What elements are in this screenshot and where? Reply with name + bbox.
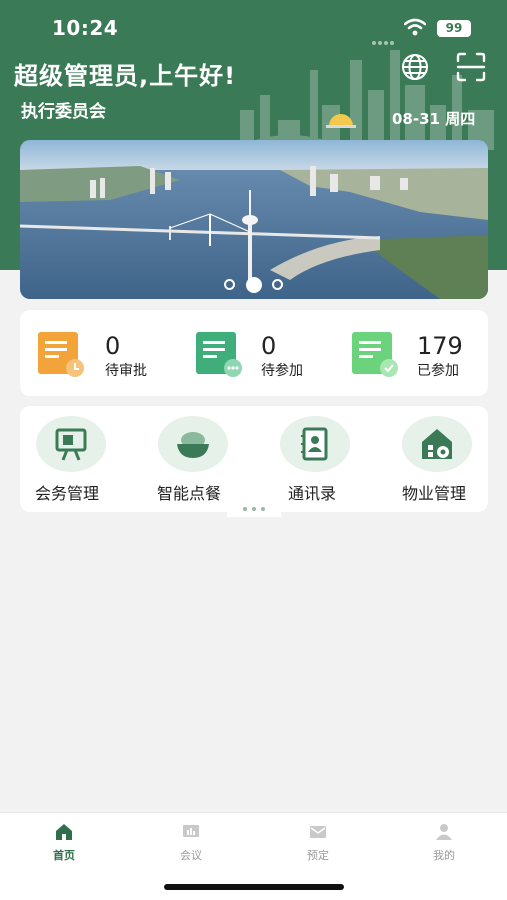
property-management-button[interactable] xyxy=(402,416,472,472)
user-icon xyxy=(436,824,452,840)
to-attend-label[interactable]: 待参加 xyxy=(261,360,303,380)
banner-carousel[interactable] xyxy=(20,140,488,299)
tab-booking[interactable]: 预定 xyxy=(288,823,348,871)
food-bowl-icon xyxy=(177,432,209,458)
banner-pagination[interactable] xyxy=(224,277,286,293)
property-management-label[interactable]: 物业管理 xyxy=(402,480,466,504)
tab-mine[interactable]: 我的 xyxy=(414,823,474,871)
status-bar: 10:24 99 xyxy=(0,0,507,56)
attended-icon[interactable] xyxy=(352,332,398,378)
banner-dot-1[interactable] xyxy=(224,279,235,290)
tab-home[interactable]: 首页 xyxy=(34,823,94,871)
sunrise-icon xyxy=(326,114,356,128)
tab-meetings[interactable]: 会议 xyxy=(161,823,221,871)
tab-meetings-label: 会议 xyxy=(180,849,202,862)
scan-icon[interactable] xyxy=(456,52,486,82)
tab-booking-label: 预定 xyxy=(307,849,329,862)
smart-ordering-label[interactable]: 智能点餐 xyxy=(157,480,221,504)
meeting-management-button[interactable] xyxy=(36,416,106,472)
contacts-label[interactable]: 通讯录 xyxy=(288,480,336,504)
smart-ordering-button[interactable] xyxy=(158,416,228,472)
banner-dot-2[interactable] xyxy=(246,277,262,293)
contacts-button[interactable] xyxy=(280,416,350,472)
to-attend-count[interactable]: 0 xyxy=(261,332,276,360)
greeting-title: 超级管理员,上午好! xyxy=(14,62,237,90)
to-attend-icon[interactable] xyxy=(196,332,242,378)
booking-envelope-icon xyxy=(310,826,326,838)
pending-approval-count[interactable]: 0 xyxy=(105,332,120,360)
attended-count[interactable]: 179 xyxy=(417,332,463,360)
contacts-book-icon xyxy=(301,427,328,461)
meeting-chart-icon xyxy=(183,825,199,837)
status-time: 10:24 xyxy=(52,16,119,40)
globe-icon[interactable] xyxy=(401,53,429,81)
battery-indicator: 99 xyxy=(437,20,471,37)
home-indicator xyxy=(164,884,344,890)
expand-handle[interactable] xyxy=(227,503,281,517)
organization-name: 执行委员会 xyxy=(21,102,106,122)
tab-home-label: 首页 xyxy=(53,849,75,862)
tab-mine-label: 我的 xyxy=(433,849,455,862)
property-house-icon xyxy=(422,429,452,459)
cellular-dots-icon xyxy=(372,30,398,45)
pending-approval-icon[interactable] xyxy=(38,332,84,378)
home-icon xyxy=(56,824,72,840)
attended-label[interactable]: 已参加 xyxy=(417,360,459,380)
meeting-board-icon xyxy=(55,428,87,461)
pending-approval-label[interactable]: 待审批 xyxy=(105,360,147,380)
banner-dot-3[interactable] xyxy=(272,279,283,290)
banner-city-photo xyxy=(20,140,488,299)
wifi-icon xyxy=(404,18,426,36)
date-label: 08-31 周四 xyxy=(392,110,476,128)
meeting-management-label[interactable]: 会务管理 xyxy=(35,480,99,504)
